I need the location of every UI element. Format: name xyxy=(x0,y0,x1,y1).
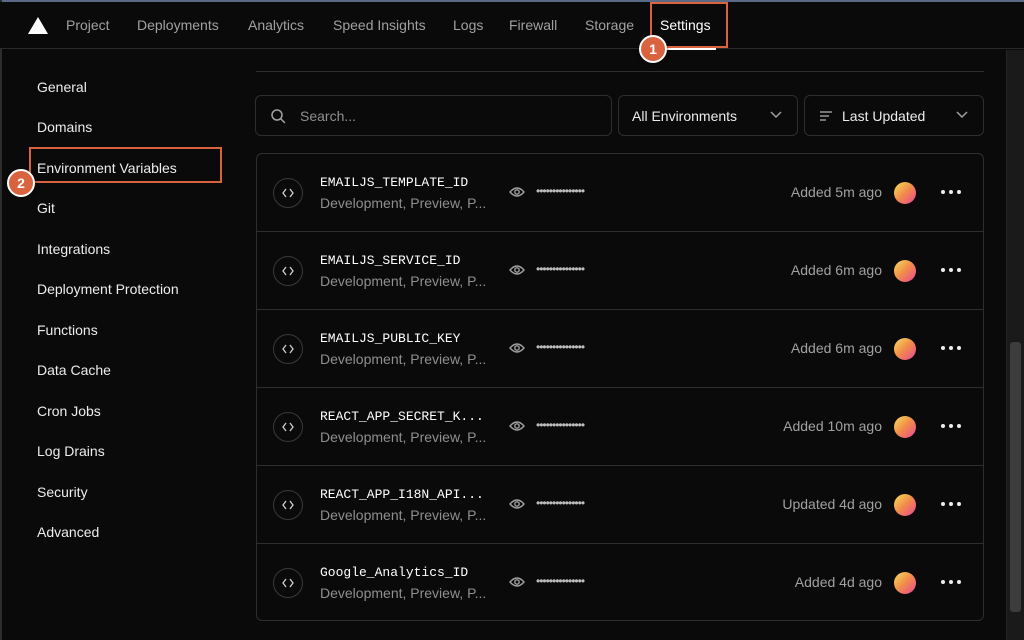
variable-status: Added 6m ago xyxy=(790,262,882,278)
variable-name: Google_Analytics_ID xyxy=(320,565,469,580)
avatar[interactable] xyxy=(894,182,916,204)
sidebar-item-security[interactable]: Security xyxy=(37,484,88,500)
step-badge-1: 1 xyxy=(639,35,667,63)
code-brackets-icon xyxy=(273,178,303,208)
env-variable-row[interactable]: REACT_APP_SECRET_K... Development, Previ… xyxy=(257,388,983,466)
avatar[interactable] xyxy=(894,416,916,438)
sort-value: Last Updated xyxy=(842,108,926,124)
masked-value: ••••••••••••••• xyxy=(536,340,585,354)
search-box xyxy=(255,95,612,136)
eye-icon[interactable] xyxy=(509,576,525,588)
variable-name: EMAILJS_TEMPLATE_ID xyxy=(320,175,469,190)
masked-value: ••••••••••••••• xyxy=(536,418,585,432)
sort-select[interactable]: Last Updated xyxy=(804,95,984,136)
sidebar-item-cron-jobs[interactable]: Cron Jobs xyxy=(37,403,101,419)
top-navigation: Project Deployments Analytics Speed Insi… xyxy=(0,2,1024,50)
active-tab-indicator xyxy=(660,48,716,50)
masked-value: ••••••••••••••• xyxy=(536,496,585,510)
variable-status: Added 4d ago xyxy=(794,574,882,590)
eye-icon[interactable] xyxy=(509,498,525,510)
env-variable-row[interactable]: Google_Analytics_ID Development, Preview… xyxy=(257,544,983,620)
environment-filter-select[interactable]: All Environments xyxy=(618,95,798,136)
variable-status: Updated 4d ago xyxy=(782,496,882,512)
sidebar-item-domains[interactable]: Domains xyxy=(37,119,92,135)
variable-status: Added 6m ago xyxy=(790,340,882,356)
variable-name: REACT_APP_I18N_API... xyxy=(320,487,484,502)
sidebar-item-git[interactable]: Git xyxy=(37,200,55,216)
avatar[interactable] xyxy=(894,572,916,594)
vercel-logo-icon[interactable] xyxy=(28,17,48,34)
sort-lines-icon xyxy=(820,111,832,121)
sidebar-item-log-drains[interactable]: Log Drains xyxy=(37,443,105,459)
code-brackets-icon xyxy=(273,256,303,286)
avatar[interactable] xyxy=(894,494,916,516)
chevron-down-icon xyxy=(956,111,968,119)
tab-deployments[interactable]: Deployments xyxy=(137,17,219,33)
env-variable-row[interactable]: REACT_APP_I18N_API... Development, Previ… xyxy=(257,466,983,544)
variable-status: Added 10m ago xyxy=(783,418,882,434)
env-variable-row[interactable]: EMAILJS_TEMPLATE_ID Development, Preview… xyxy=(257,154,983,232)
scrollbar-thumb[interactable] xyxy=(1010,342,1021,612)
eye-icon[interactable] xyxy=(509,420,525,432)
sidebar-item-functions[interactable]: Functions xyxy=(37,322,98,338)
search-input[interactable] xyxy=(300,106,600,126)
env-variable-row[interactable]: EMAILJS_SERVICE_ID Development, Preview,… xyxy=(257,232,983,310)
tab-speed-insights[interactable]: Speed Insights xyxy=(333,17,426,33)
sidebar-item-advanced[interactable]: Advanced xyxy=(37,524,99,540)
eye-icon[interactable] xyxy=(509,264,525,276)
tab-storage[interactable]: Storage xyxy=(585,17,634,33)
code-brackets-icon xyxy=(273,568,303,598)
tab-firewall[interactable]: Firewall xyxy=(509,17,557,33)
avatar[interactable] xyxy=(894,260,916,282)
sidebar-item-environment-variables[interactable]: Environment Variables xyxy=(37,160,177,176)
chevron-down-icon xyxy=(770,111,782,119)
tab-project[interactable]: Project xyxy=(66,17,110,33)
variable-name: EMAILJS_SERVICE_ID xyxy=(320,253,461,268)
variable-environments: Development, Preview, P... xyxy=(320,429,487,445)
variable-name: EMAILJS_PUBLIC_KEY xyxy=(320,331,461,346)
environment-filter-value: All Environments xyxy=(632,108,738,124)
variable-name: REACT_APP_SECRET_K... xyxy=(320,409,484,424)
sidebar-item-data-cache[interactable]: Data Cache xyxy=(37,362,111,378)
masked-value: ••••••••••••••• xyxy=(536,184,585,198)
avatar[interactable] xyxy=(894,338,916,360)
variable-environments: Development, Preview, P... xyxy=(320,507,487,523)
step-badge-2: 2 xyxy=(7,169,35,197)
variable-environments: Development, Preview, P... xyxy=(320,273,487,289)
tab-analytics[interactable]: Analytics xyxy=(248,17,304,33)
sidebar-item-deployment-protection[interactable]: Deployment Protection xyxy=(37,281,179,297)
masked-value: ••••••••••••••• xyxy=(536,574,585,588)
masked-value: ••••••••••••••• xyxy=(536,262,585,276)
more-options-icon[interactable] xyxy=(941,336,961,360)
variable-environments: Development, Preview, P... xyxy=(320,195,487,211)
code-brackets-icon xyxy=(273,412,303,442)
eye-icon[interactable] xyxy=(509,186,525,198)
search-icon xyxy=(271,109,286,124)
variable-environments: Development, Preview, P... xyxy=(320,585,487,601)
env-variable-row[interactable]: EMAILJS_PUBLIC_KEY Development, Preview,… xyxy=(257,310,983,388)
code-brackets-icon xyxy=(273,334,303,364)
variable-environments: Development, Preview, P... xyxy=(320,351,487,367)
section-divider xyxy=(256,71,984,72)
tab-logs[interactable]: Logs xyxy=(453,17,483,33)
variable-status: Added 5m ago xyxy=(790,184,882,200)
sidebar-item-integrations[interactable]: Integrations xyxy=(37,241,110,257)
more-options-icon[interactable] xyxy=(941,258,961,282)
env-variables-list: EMAILJS_TEMPLATE_ID Development, Preview… xyxy=(256,153,984,621)
more-options-icon[interactable] xyxy=(941,570,961,594)
sidebar-item-general[interactable]: General xyxy=(37,79,87,95)
more-options-icon[interactable] xyxy=(941,414,961,438)
window-left-edge xyxy=(0,0,2,640)
more-options-icon[interactable] xyxy=(941,180,961,204)
eye-icon[interactable] xyxy=(509,342,525,354)
more-options-icon[interactable] xyxy=(941,492,961,516)
code-brackets-icon xyxy=(273,490,303,520)
